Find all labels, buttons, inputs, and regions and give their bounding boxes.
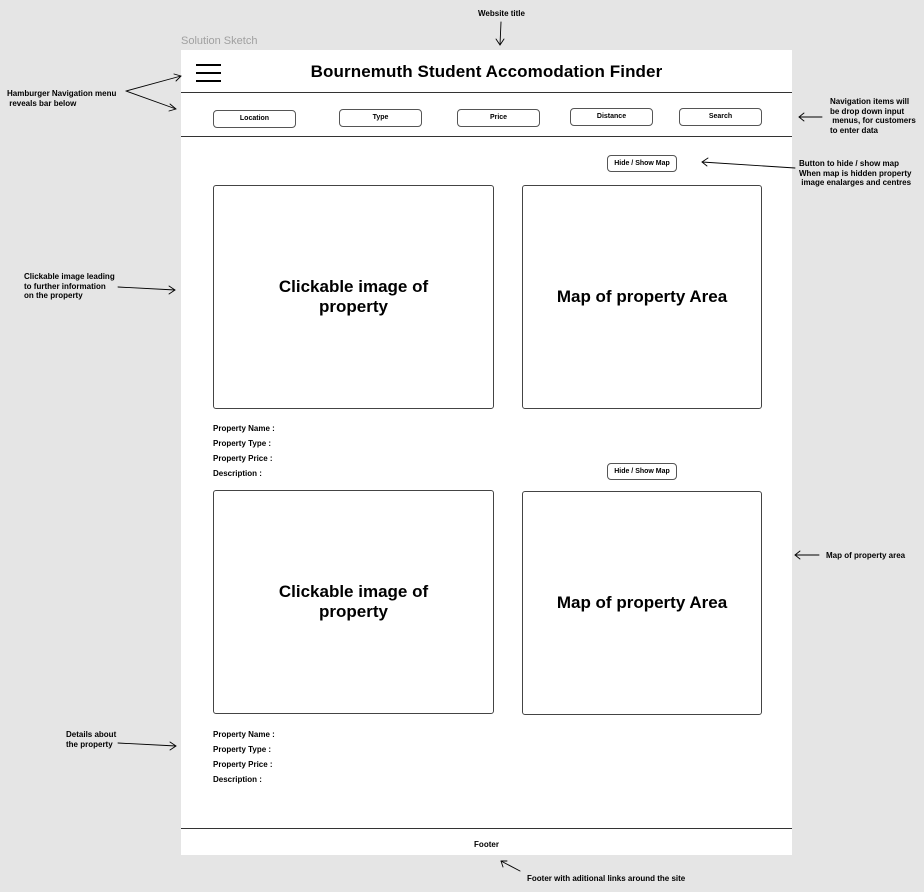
arrow-map-area <box>794 550 820 560</box>
property-price-label: Property Price : <box>213 454 273 463</box>
map-label: Map of property Area <box>556 287 728 306</box>
nav-divider <box>181 136 792 137</box>
property-image[interactable]: Clickable image of property <box>213 490 494 714</box>
arrow-hamburger <box>125 73 182 112</box>
property-area-map[interactable]: Map of property Area <box>522 491 762 715</box>
annotation-clickable-image: Clickable image leading to further infor… <box>24 272 115 300</box>
property-image-label: Clickable image of property <box>278 582 429 621</box>
arrow-footer <box>500 860 521 872</box>
nav-search-button[interactable]: Search <box>679 108 762 126</box>
arrow-nav-items <box>798 112 823 122</box>
header-divider <box>181 92 792 93</box>
description-label: Description : <box>213 469 262 478</box>
property-image[interactable]: Clickable image of property <box>213 185 494 409</box>
annotation-map-area: Map of property area <box>826 551 906 560</box>
annotation-hide-show: Button to hide / show map When map is hi… <box>799 159 912 187</box>
hide-show-map-button[interactable]: Hide / Show Map <box>607 463 677 480</box>
arrow-website-title <box>495 21 505 46</box>
annotation-footer: Footer with aditional links around the s… <box>527 874 686 883</box>
property-type-label: Property Type : <box>213 439 272 448</box>
property-name-label: Property Name : <box>213 424 275 433</box>
property-details: Property Name : Property Type : Property… <box>213 727 275 787</box>
site-title: Bournemuth Student Accomodation Finder <box>310 62 663 81</box>
annotation-nav-items: Navigation items will be drop down input… <box>830 97 916 135</box>
footer-divider <box>181 828 792 829</box>
property-type-label: Property Type : <box>213 745 272 754</box>
property-image-label: Clickable image of property <box>278 277 429 316</box>
annotation-details: Details about the property <box>66 730 117 749</box>
nav-price-dropdown[interactable]: Price <box>457 109 540 127</box>
arrow-details <box>117 741 177 751</box>
property-name-label: Property Name : <box>213 730 275 739</box>
annotation-hamburger: Hamburger Navigation menu reveals bar be… <box>7 89 117 108</box>
description-label: Description : <box>213 775 262 784</box>
footer: Footer <box>474 840 499 849</box>
arrow-clickable-image <box>117 285 176 295</box>
property-details: Property Name : Property Type : Property… <box>213 421 275 481</box>
frame-label: Solution Sketch <box>181 35 258 47</box>
property-area-map[interactable]: Map of property Area <box>522 185 762 409</box>
annotation-website-title: Website title <box>478 9 525 18</box>
hide-show-map-button[interactable]: Hide / Show Map <box>607 155 677 172</box>
map-label: Map of property Area <box>556 593 728 612</box>
property-price-label: Property Price : <box>213 760 273 769</box>
nav-location-dropdown[interactable]: Location <box>213 110 296 128</box>
nav-distance-dropdown[interactable]: Distance <box>570 108 653 126</box>
nav-type-dropdown[interactable]: Type <box>339 109 422 127</box>
